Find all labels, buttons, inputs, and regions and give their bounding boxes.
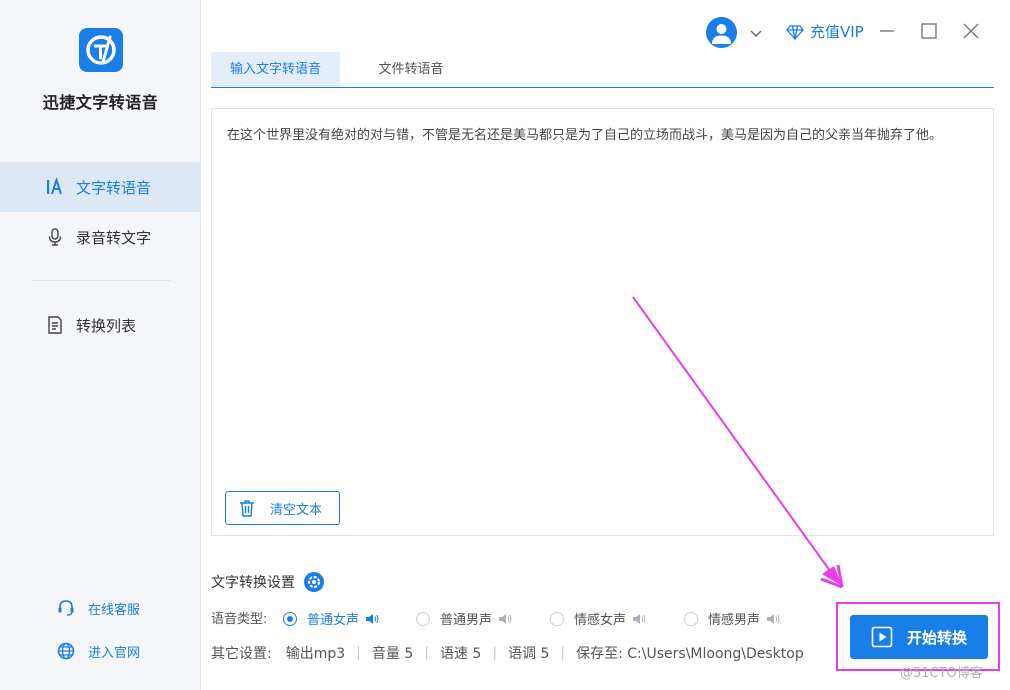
text-input-area[interactable]: 在这个世界里没有绝对的对与错，不管是无名还是美马都只是为了自己的立场而战斗，美马… bbox=[211, 108, 994, 536]
voice-option-label: 情感男声 bbox=[708, 613, 761, 628]
sidebar-item-text-to-speech[interactable]: 文字转语音 bbox=[0, 162, 200, 212]
vip-label: 充值VIP bbox=[810, 23, 864, 41]
volume-setting[interactable]: 音量 5 bbox=[372, 643, 413, 663]
other-settings-label: 其它设置: bbox=[211, 646, 272, 662]
play-icon bbox=[871, 626, 893, 648]
start-conversion-button[interactable]: 开始转换 bbox=[850, 615, 988, 659]
customer-service-icon bbox=[56, 598, 76, 618]
speaker-icon[interactable] bbox=[632, 612, 646, 626]
watermark: @51CTO博客 bbox=[900, 666, 983, 681]
tab-bar: 输入文字转语音 文件转语音 bbox=[211, 52, 994, 88]
sidebar-item-conversion-list[interactable]: 转换列表 bbox=[0, 300, 200, 350]
radio-button[interactable] bbox=[283, 611, 297, 626]
list-document-icon bbox=[46, 316, 64, 334]
voice-option-male-emotional[interactable]: 情感男声 bbox=[684, 609, 780, 628]
minimize-icon[interactable] bbox=[876, 20, 898, 42]
official-site-label: 进入官网 bbox=[88, 645, 141, 661]
maximize-icon[interactable] bbox=[918, 20, 940, 42]
online-service-link[interactable]: 在线客服 bbox=[56, 598, 140, 618]
microphone-icon bbox=[46, 228, 64, 246]
radio-button[interactable] bbox=[550, 611, 564, 626]
clear-text-label: 清空文本 bbox=[270, 502, 323, 518]
diamond-icon bbox=[786, 23, 804, 41]
gear-icon[interactable] bbox=[303, 571, 325, 593]
voice-option-female-emotional[interactable]: 情感女声 bbox=[550, 609, 646, 628]
voice-option-label: 普通女声 bbox=[307, 613, 360, 628]
speed-setting[interactable]: 语速 5 bbox=[440, 643, 481, 663]
voice-option-male-normal[interactable]: 普通男声 bbox=[416, 609, 512, 628]
sidebar-divider bbox=[32, 280, 170, 281]
separator: | bbox=[560, 645, 566, 661]
trash-icon bbox=[238, 499, 256, 517]
tab-file-to-speech[interactable]: 文件转语音 bbox=[351, 52, 471, 87]
user-avatar-icon[interactable] bbox=[706, 17, 737, 48]
close-icon[interactable] bbox=[960, 20, 982, 42]
globe-icon bbox=[56, 641, 76, 661]
speaker-icon[interactable] bbox=[498, 612, 512, 626]
recharge-vip-button[interactable]: 充值VIP bbox=[786, 21, 864, 42]
save-path-setting[interactable]: 保存至: C:\Users\Mloong\Desktop bbox=[576, 643, 804, 663]
sidebar-item-label: 录音转文字 bbox=[76, 228, 152, 247]
online-service-label: 在线客服 bbox=[88, 602, 141, 618]
speaker-icon[interactable] bbox=[365, 612, 379, 626]
radio-button[interactable] bbox=[684, 611, 698, 626]
tab-input-text[interactable]: 输入文字转语音 bbox=[211, 52, 340, 87]
other-settings-row: 其它设置: 输出mp3 | 音量 5 | 语速 5 | 语调 5 | 保存至: … bbox=[211, 643, 804, 663]
radio-button[interactable] bbox=[416, 611, 430, 626]
sidebar-item-speech-to-text[interactable]: 录音转文字 bbox=[0, 212, 200, 262]
settings-title: 文字转换设置 bbox=[211, 575, 295, 591]
output-format-setting[interactable]: 输出mp3 bbox=[286, 643, 345, 663]
official-site-link[interactable]: 进入官网 bbox=[56, 641, 140, 661]
voice-type-label: 语音类型: bbox=[211, 612, 268, 627]
start-conversion-label: 开始转换 bbox=[906, 628, 967, 647]
sidebar-item-label: 文字转语音 bbox=[76, 178, 152, 197]
separator: | bbox=[356, 645, 361, 661]
separator: | bbox=[424, 645, 429, 661]
separator: | bbox=[492, 645, 498, 661]
speaker-icon[interactable] bbox=[766, 612, 780, 626]
pitch-setting[interactable]: 语调 5 bbox=[508, 643, 549, 663]
voice-option-label: 情感女声 bbox=[574, 613, 627, 628]
voice-option-label: 普通男声 bbox=[440, 613, 493, 628]
tts-logo-icon bbox=[79, 28, 123, 72]
sidebar: 迅捷文字转语音 文字转语音 录音转文字 转换列表 在线客服 进入官网 bbox=[0, 0, 201, 690]
app-name: 迅捷文字转语音 bbox=[42, 93, 159, 112]
text-to-speech-icon bbox=[46, 178, 64, 196]
sidebar-item-label: 转换列表 bbox=[76, 316, 137, 335]
editor-text[interactable]: 在这个世界里没有绝对的对与错，不管是无名还是美马都只是为了自己的立场而战斗，美马… bbox=[227, 125, 979, 146]
voice-option-female-normal[interactable]: 普通女声 bbox=[283, 609, 379, 628]
chevron-down-icon[interactable] bbox=[748, 25, 764, 41]
settings-header: 文字转换设置 bbox=[211, 571, 325, 593]
clear-text-button[interactable]: 清空文本 bbox=[225, 491, 340, 525]
